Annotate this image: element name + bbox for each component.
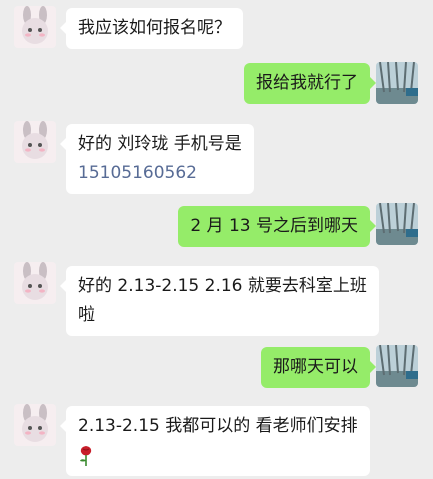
message-text: 好的 2.13-2.15 2.16 就要去科室上班 <box>78 276 367 296</box>
contact-avatar[interactable] <box>14 262 56 304</box>
self-avatar[interactable] <box>376 203 418 245</box>
message-bubble-incoming[interactable]: 我应该如何报名呢？ <box>60 8 243 49</box>
message-text: 那哪天可以 <box>273 357 358 377</box>
message-text: 啦 <box>78 305 95 325</box>
message-bubble-incoming[interactable]: 好的 刘玲珑 手机号是 15105160562 <box>60 124 254 194</box>
contact-avatar[interactable] <box>14 6 56 48</box>
message-bubble-outgoing[interactable]: 那哪天可以 <box>261 347 376 388</box>
contact-avatar[interactable] <box>14 404 56 446</box>
message-text: 2.13-2.15 我都可以的 看老师们安排 <box>78 416 358 436</box>
message-bubble-incoming[interactable]: 好的 2.13-2.15 2.16 就要去科室上班 啦 <box>60 266 379 336</box>
message-text: 好的 刘玲珑 手机号是 <box>78 134 242 154</box>
contact-avatar[interactable] <box>14 121 56 163</box>
message-bubble-outgoing[interactable]: 报给我就行了 <box>244 63 376 104</box>
self-avatar[interactable] <box>376 62 418 104</box>
self-avatar[interactable] <box>376 345 418 387</box>
rose-emoji <box>78 441 358 470</box>
message-text: 2 月 13 号之后到哪天 <box>190 216 358 236</box>
message-text: 报给我就行了 <box>256 73 358 93</box>
message-bubble-outgoing[interactable]: 2 月 13 号之后到哪天 <box>178 206 376 247</box>
phone-number-link[interactable]: 15105160562 <box>78 159 242 188</box>
message-text: 我应该如何报名呢？ <box>78 18 231 38</box>
message-bubble-incoming[interactable]: 2.13-2.15 我都可以的 看老师们安排 <box>60 406 370 476</box>
